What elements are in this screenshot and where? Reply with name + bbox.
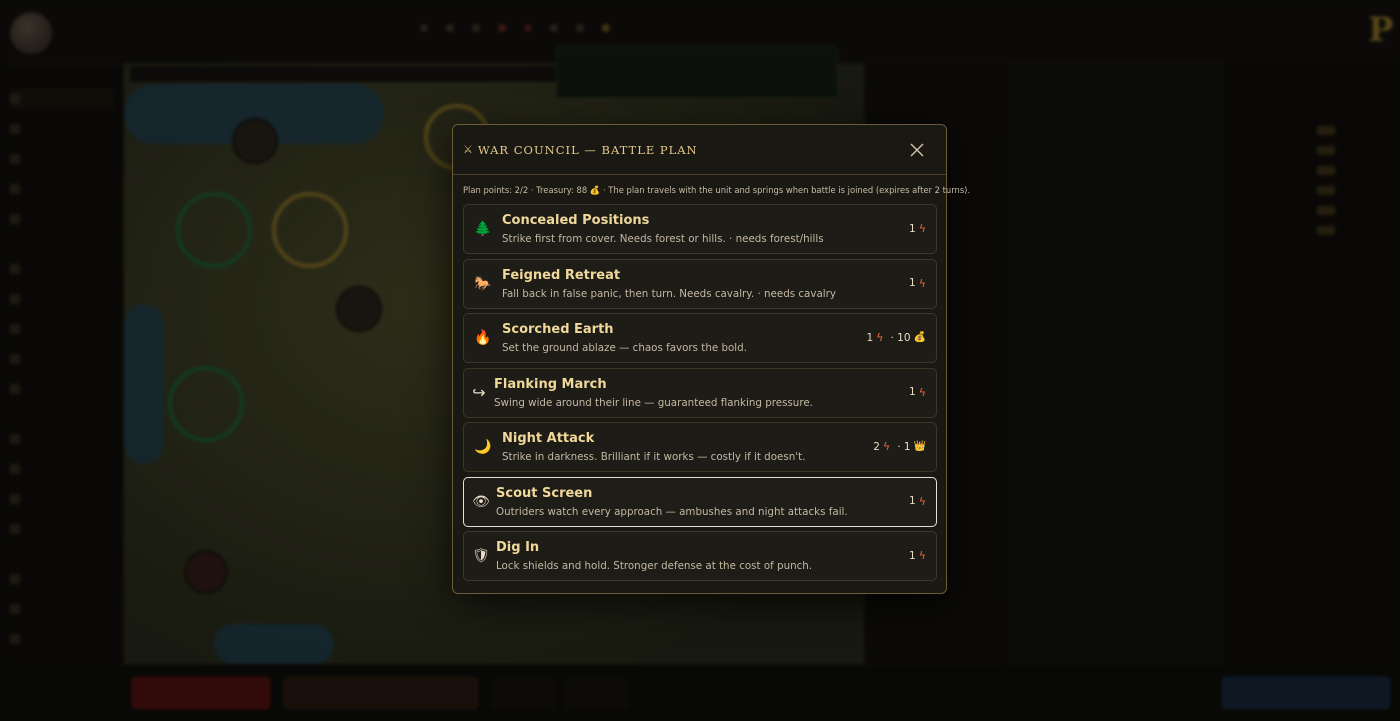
plan-title: Flanking March — [494, 376, 607, 392]
plan-list: 🌲 Concealed Positions Strike first from co… — [463, 204, 937, 586]
money-bag-icon: 💰 — [589, 185, 601, 195]
plan-title: Scorched Earth — [502, 322, 614, 337]
battle-plan-modal: ⚔ WAR COUNCIL — BATTLE PLAN Plan points:… — [452, 124, 970, 594]
fire-icon: 🔥 — [474, 330, 492, 346]
eye-icon: 👁 — [472, 493, 490, 510]
plan-cost-value: 1 — [909, 549, 916, 562]
plan-option[interactable]: ↪ Flanking March Swing wide around their l… — [463, 367, 937, 418]
plan-description: Set the ground ablaze — chaos favors the… — [502, 342, 747, 354]
lightning-bolt-icon: ϟ — [918, 276, 926, 290]
flank-arrow-icon: ↪ — [472, 383, 486, 402]
plan-description: Fall back in false panic, then turn. Nee… — [502, 287, 836, 300]
plan-option[interactable]: 🐎 Feigned Retreat Fall back in false panic… — [463, 258, 937, 309]
horse-icon: 🐎 — [474, 275, 492, 292]
plan-cost: 1ϟ — [909, 222, 926, 235]
plan-description: Lock shields and hold. Stronger defense … — [496, 560, 813, 572]
plan-cost-value: 1 — [866, 331, 874, 344]
lightning-bolt-icon: ϟ — [918, 494, 926, 508]
plan-title: Scout Screen — [496, 485, 593, 501]
modal-title-text: WAR COUNCIL — BATTLE PLAN — [477, 142, 698, 157]
plan-description: Outriders watch every approach — ambushe… — [496, 505, 848, 518]
lightning-bolt-icon: ϟ — [876, 331, 884, 344]
plan-points-text: Plan points: 2/2 · Treasury: 88 — [463, 185, 588, 195]
plan-cost-value: 1 — [909, 495, 916, 507]
tree-icon: 🌲 — [474, 221, 492, 237]
plan-description: Swing wide around their line — guarantee… — [494, 396, 813, 409]
plan-extra-cost: · 1 — [897, 440, 911, 453]
plan-cost: 1 ϟ · 10 💰 — [867, 331, 926, 344]
modal-title: ⚔ WAR COUNCIL — BATTLE PLAN — [463, 143, 698, 157]
coin-icon: 💰 — [913, 332, 926, 343]
plan-cost: 1ϟ — [909, 277, 926, 290]
modal-header: ⚔ WAR COUNCIL — BATTLE PLAN — [453, 125, 946, 175]
plan-summary: Plan points: 2/2 · Treasury: 88 💰 · The … — [463, 185, 970, 196]
plan-title: Night Attack — [502, 431, 595, 446]
lightning-bolt-icon: ϟ — [882, 440, 891, 453]
plan-cost: 1ϟ — [909, 495, 926, 508]
lightning-bolt-icon: ϟ — [918, 385, 926, 399]
plan-note-text: · The plan travels with the unit and spr… — [602, 185, 971, 195]
plan-cost-value: 2 — [873, 440, 880, 453]
lightning-bolt-icon: ϟ — [918, 549, 926, 562]
plan-cost-value: 1 — [909, 222, 916, 235]
plan-option[interactable]: 🛡 Dig In Lock shields and hold. Stronger d… — [463, 531, 937, 581]
plan-option[interactable]: 🌲 Concealed Positions Strike first from co… — [463, 204, 937, 254]
close-button[interactable] — [908, 141, 926, 159]
moon-icon: 🌙 — [474, 439, 492, 455]
plan-cost: 1ϟ — [909, 386, 926, 399]
shield-icon: 🛡 — [472, 548, 490, 564]
plan-title: Feigned Retreat — [502, 267, 621, 283]
plan-description: Strike first from cover. Needs forest or… — [502, 233, 824, 245]
close-icon — [910, 143, 924, 157]
lightning-bolt-icon: ϟ — [918, 222, 926, 235]
plan-title: Concealed Positions — [502, 213, 650, 228]
plan-title: Dig In — [496, 540, 540, 555]
plan-extra-cost: · 10 — [890, 331, 911, 344]
crossed-swords-icon: ⚔ — [463, 143, 474, 156]
plan-description: Strike in darkness. Brilliant if it work… — [502, 451, 806, 463]
plan-option[interactable]: 🌙 Night Attack Strike in darkness. Brillia… — [463, 422, 937, 472]
plan-option[interactable]: 👁 Scout Screen Outriders watch every appro… — [463, 476, 937, 527]
plan-cost: 1ϟ — [909, 549, 926, 562]
crown-icon: 👑 — [913, 441, 926, 452]
plan-cost-value: 1 — [909, 386, 916, 398]
plan-option[interactable]: 🔥 Scorched Earth Set the ground ablaze — c… — [463, 313, 937, 363]
plan-cost: 2 ϟ · 1 👑 — [873, 440, 926, 453]
plan-cost-value: 1 — [909, 277, 916, 289]
